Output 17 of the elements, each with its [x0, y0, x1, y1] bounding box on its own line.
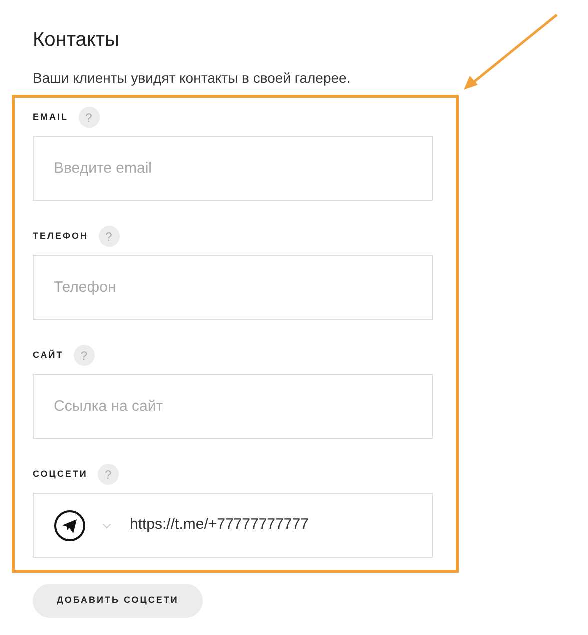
input-field[interactable]: Ссылка на сайт [33, 374, 433, 439]
field-label: EMAIL [33, 110, 68, 124]
field-label: САЙТ [33, 348, 64, 362]
paper-plane-icon[interactable] [54, 510, 86, 542]
description-text: Ваши клиенты увидят контакты в своей галерее. [33, 69, 352, 88]
field-label: ТЕЛЕФОН [33, 230, 88, 243]
help-button[interactable]: ? [74, 345, 95, 366]
add-social-button[interactable]: ДОБАВИТЬ СОЦСЕТИ [33, 584, 203, 618]
social-link-field[interactable]: https://t.me/+77777777777 [33, 493, 433, 558]
link-input[interactable]: https://t.me/+77777777777 [130, 514, 432, 537]
field-label: СОЦСЕТИ [33, 468, 88, 481]
input-field[interactable]: Введите email [33, 136, 433, 201]
help-button[interactable]: ? [98, 464, 119, 485]
input-field[interactable]: Телефон [33, 255, 433, 320]
help-button[interactable]: ? [78, 107, 100, 128]
page-title: Контакты [33, 28, 120, 53]
help-button[interactable]: ? [98, 226, 120, 247]
